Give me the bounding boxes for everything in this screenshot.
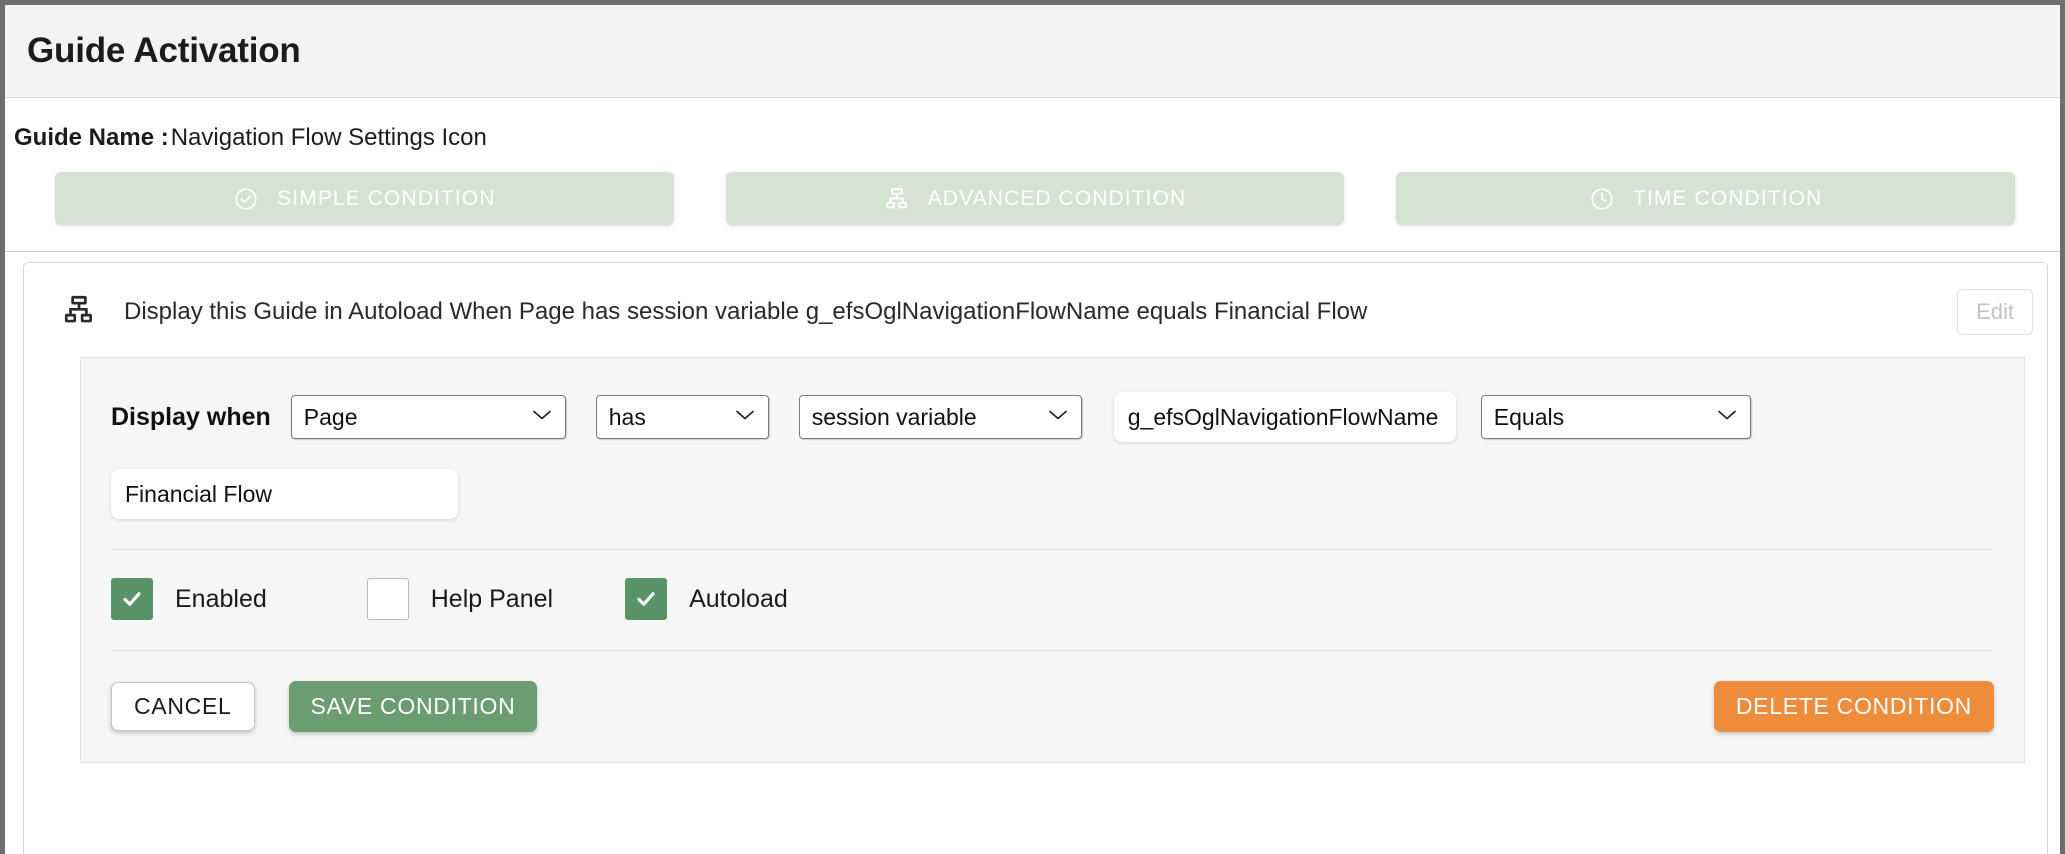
clock-icon bbox=[1589, 186, 1615, 212]
condition-summary-row: Display this Guide in Autoload When Page… bbox=[24, 263, 2047, 357]
tab-simple-condition[interactable]: SIMPLE CONDITION bbox=[55, 172, 674, 225]
checkbox-enabled-label: Enabled bbox=[175, 585, 267, 614]
delete-condition-button[interactable]: DELETE CONDITION bbox=[1714, 681, 1994, 732]
save-condition-button[interactable]: SAVE CONDITION bbox=[289, 681, 538, 732]
guide-info-section: Guide Name :Navigation Flow Settings Ico… bbox=[5, 98, 2060, 252]
hierarchy-icon bbox=[62, 293, 96, 332]
checkbox-autoload-label: Autoload bbox=[689, 585, 788, 614]
guide-name-value: Navigation Flow Settings Icon bbox=[171, 124, 487, 151]
condition-options: Enabled Help Panel Autoload bbox=[111, 550, 1994, 620]
window-header: Guide Activation bbox=[5, 5, 2060, 98]
verb-select-wrapper: has bbox=[596, 395, 769, 439]
target-select-wrapper: Page bbox=[291, 395, 566, 439]
condition-value-row bbox=[111, 469, 1994, 519]
tab-time-condition[interactable]: TIME CONDITION bbox=[1396, 172, 2015, 225]
page-title: Guide Activation bbox=[27, 31, 301, 71]
operator-select[interactable]: Equals bbox=[1481, 395, 1751, 439]
guide-name-row: Guide Name :Navigation Flow Settings Ico… bbox=[5, 98, 2060, 152]
condition-panel: Display this Guide in Autoload When Page… bbox=[23, 262, 2048, 854]
checkbox-enabled[interactable]: Enabled bbox=[111, 578, 267, 620]
verb-select[interactable]: has bbox=[596, 395, 769, 439]
tab-time-condition-label: TIME CONDITION bbox=[1633, 187, 1822, 211]
tab-simple-condition-label: SIMPLE CONDITION bbox=[277, 187, 495, 211]
variable-type-select[interactable]: session variable bbox=[799, 395, 1082, 439]
cancel-button[interactable]: CANCEL bbox=[111, 682, 255, 731]
check-circle-icon bbox=[233, 186, 259, 212]
operator-select-wrapper: Equals bbox=[1481, 395, 1751, 439]
condition-form: Display when Page has bbox=[80, 357, 2025, 763]
check-icon bbox=[120, 587, 144, 611]
tab-advanced-condition-label: ADVANCED CONDITION bbox=[928, 187, 1187, 211]
variable-name-input[interactable] bbox=[1114, 392, 1456, 442]
condition-summary-text: Display this Guide in Autoload When Page… bbox=[124, 298, 1957, 326]
target-select[interactable]: Page bbox=[291, 395, 566, 439]
checkbox-help-panel[interactable]: Help Panel bbox=[367, 578, 553, 620]
condition-builder-row: Display when Page has bbox=[111, 392, 1994, 442]
display-when-label: Display when bbox=[111, 403, 271, 432]
edit-button[interactable]: Edit bbox=[1957, 289, 2033, 335]
tab-advanced-condition[interactable]: ADVANCED CONDITION bbox=[726, 172, 1345, 225]
condition-tabs: SIMPLE CONDITION ADVANCED CONDITION bbox=[5, 152, 2060, 251]
check-icon bbox=[634, 587, 658, 611]
checkbox-enabled-box[interactable] bbox=[111, 578, 153, 620]
guide-name-label: Guide Name : bbox=[14, 124, 169, 151]
checkbox-help-panel-label: Help Panel bbox=[431, 585, 553, 614]
checkbox-help-panel-box[interactable] bbox=[367, 578, 409, 620]
checkbox-autoload[interactable]: Autoload bbox=[625, 578, 788, 620]
form-actions: CANCEL SAVE CONDITION DELETE CONDITION bbox=[111, 651, 1994, 732]
hierarchy-icon bbox=[884, 186, 910, 212]
guide-activation-window: Guide Activation Guide Name :Navigation … bbox=[0, 0, 2065, 854]
variable-type-select-wrapper: session variable bbox=[799, 395, 1082, 439]
checkbox-autoload-box[interactable] bbox=[625, 578, 667, 620]
value-input[interactable] bbox=[111, 469, 458, 519]
